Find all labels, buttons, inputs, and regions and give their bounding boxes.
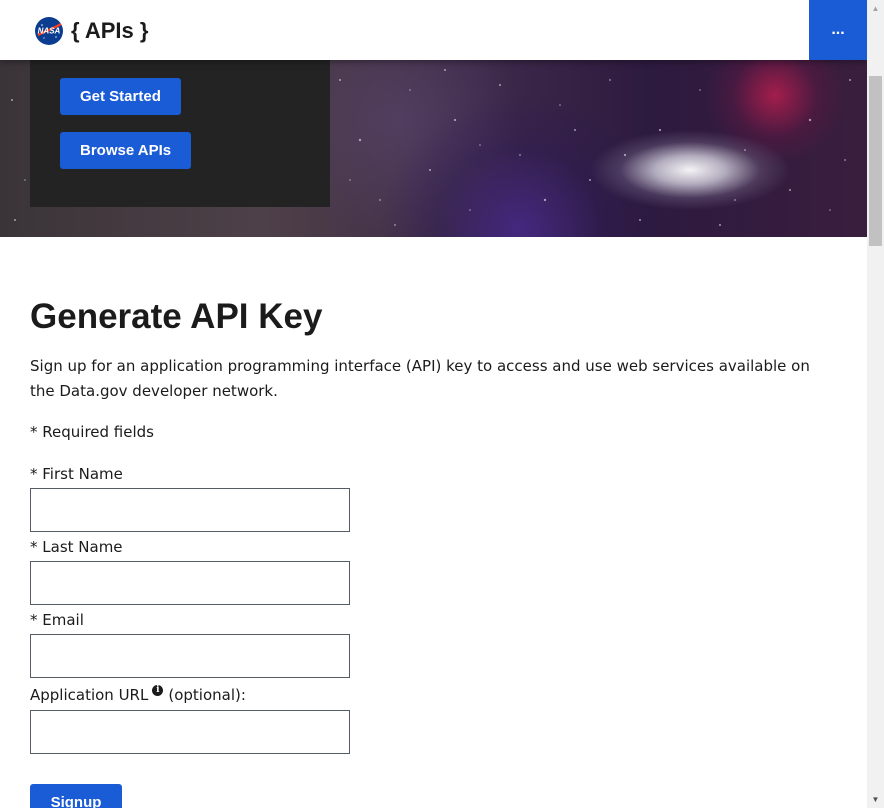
last-name-label: * Last Name [30,538,123,556]
scroll-down-arrow-icon[interactable]: ▼ [867,791,884,808]
intro-text: Sign up for an application programming i… [30,357,810,400]
site-title: { APIs } [71,18,149,43]
page-title: Generate API Key [30,297,323,336]
first-name-input[interactable] [30,488,350,532]
home-link[interactable]: NASA { APIs } [34,16,148,46]
email-input[interactable] [30,634,350,678]
last-name-input[interactable] [30,561,350,605]
required-fields-note: * Required fields [30,423,154,441]
site-header: NASA { APIs } ... [0,0,867,60]
application-url-label-row: Application URL i (optional): [30,684,246,704]
first-name-label: * First Name [30,465,123,483]
application-url-label: Application URL [30,686,149,704]
application-url-input[interactable] [30,710,350,754]
scroll-thumb[interactable] [869,76,882,246]
optional-suffix: (optional): [168,686,246,704]
nasa-logo-text: NASA [38,27,61,36]
scroll-up-arrow-icon[interactable]: ▲ [867,0,884,17]
nasa-logo-icon: NASA [35,17,63,45]
signup-button[interactable]: Signup [30,784,122,808]
email-label: * Email [30,611,84,629]
page: NASA { APIs } ... Get Started Browse API… [0,0,867,808]
get-started-button[interactable]: Get Started [60,78,181,115]
info-icon[interactable]: i [152,684,164,696]
menu-button[interactable]: ... [809,0,867,60]
vertical-scrollbar[interactable]: ▲ ▼ [867,0,884,808]
hero-panel: Get Started Browse APIs [30,60,330,207]
browse-apis-button[interactable]: Browse APIs [60,132,192,169]
hero-banner: Get Started Browse APIs [0,60,867,237]
